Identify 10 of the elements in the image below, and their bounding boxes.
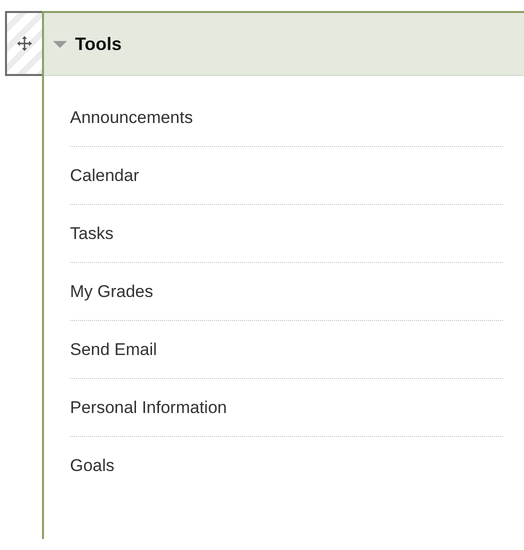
move-icon: [16, 35, 33, 52]
module-title: Tools: [75, 34, 122, 54]
tool-link[interactable]: Send Email: [70, 340, 157, 360]
tool-link[interactable]: My Grades: [70, 282, 154, 302]
tool-link[interactable]: Personal Information: [70, 398, 227, 418]
tool-link[interactable]: Tasks: [70, 224, 114, 244]
drag-handle[interactable]: [5, 11, 42, 76]
tool-link[interactable]: Calendar: [70, 166, 139, 186]
tool-link[interactable]: Goals: [70, 456, 114, 476]
tool-link[interactable]: Announcements: [70, 108, 193, 128]
